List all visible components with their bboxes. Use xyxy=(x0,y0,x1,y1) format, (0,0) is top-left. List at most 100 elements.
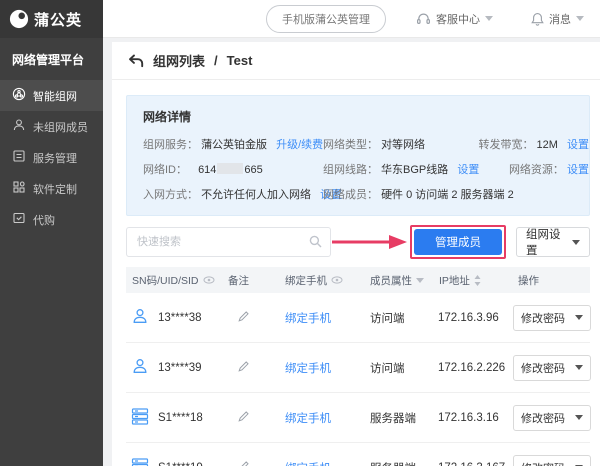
filter-caret-icon xyxy=(416,278,424,283)
edit-note-icon[interactable] xyxy=(238,361,249,372)
field-network-type: 网络类型： 对等网络 xyxy=(323,136,478,152)
field-network-service: 组网服务： 蒲公英铂金版 升级/续费 xyxy=(143,136,323,152)
eye-icon[interactable] xyxy=(331,276,343,284)
bind-phone-link[interactable]: 绑定手机 xyxy=(285,313,331,325)
manage-members-button[interactable]: 管理成员 xyxy=(414,229,502,255)
breadcrumb-separator: / xyxy=(214,53,218,68)
change-password-button[interactable]: 修改密码 xyxy=(513,455,591,466)
member-ip: 172.16.3.16 xyxy=(438,412,499,424)
member-server-icon xyxy=(131,408,149,428)
network-details-panel: 网络详情 组网服务： 蒲公英铂金版 升级/续费 网络类型： 对等网络 转发带宽：… xyxy=(126,95,590,216)
member-attribute: 服务器端 xyxy=(370,413,416,425)
chevron-down-icon xyxy=(572,240,580,245)
chevron-down-icon xyxy=(575,415,583,420)
toolbar: 管理成员 组网设置 xyxy=(126,226,590,258)
bind-phone-link[interactable]: 绑定手机 xyxy=(285,363,331,375)
support-center-menu[interactable]: 客服中心 xyxy=(416,11,493,27)
field-network-members: 网络成员： 硬件 0 访问端 2 服务器端 2 xyxy=(323,186,509,202)
sidebar-item-service-management[interactable]: 服务管理 xyxy=(0,142,103,173)
bind-phone-link[interactable]: 绑定手机 xyxy=(285,463,331,466)
network-icon xyxy=(12,87,26,104)
sidebar-nav: 智能组网 未组网成员 服务管理 软件定制 xyxy=(0,80,103,235)
card-body: 网络详情 组网服务： 蒲公英铂金版 升级/续费 网络类型： 对等网络 转发带宽：… xyxy=(112,80,600,466)
field-network-line: 组网线路： 华东BGP线路 设置 xyxy=(323,161,509,177)
breadcrumb: 组网列表 / Test xyxy=(112,42,600,80)
sidebar: 蒲公英 网络管理平台 智能组网 未组网成员 服务管理 xyxy=(0,0,103,466)
mobile-admin-button[interactable]: 手机版蒲公英管理 xyxy=(266,5,386,33)
annotation-red-arrow xyxy=(331,234,407,250)
sidebar-title: 网络管理平台 xyxy=(0,38,103,80)
logo-text: 蒲公英 xyxy=(34,9,82,30)
chevron-down-icon xyxy=(575,315,583,320)
member-sn: S1****18 xyxy=(158,412,203,424)
network-settings-dropdown[interactable]: 组网设置 xyxy=(516,227,590,257)
sidebar-item-purchasing[interactable]: 代购 xyxy=(0,204,103,235)
search-box xyxy=(126,227,331,257)
sidebar-item-label: 代购 xyxy=(33,212,55,228)
sidebar-item-ungrouped-members[interactable]: 未组网成员 xyxy=(0,111,103,142)
sidebar-item-label: 服务管理 xyxy=(33,150,77,166)
messages-menu[interactable]: 消息 xyxy=(531,11,584,27)
app-window: 蒲公英 网络管理平台 智能组网 未组网成员 服务管理 xyxy=(0,0,600,466)
column-ip-sort[interactable]: IP地址 xyxy=(434,273,508,288)
sidebar-item-smart-network[interactable]: 智能组网 xyxy=(0,80,103,111)
column-note: 备注 xyxy=(228,273,249,288)
member-sn: S1****19 xyxy=(158,462,203,466)
edit-note-icon[interactable] xyxy=(238,311,249,322)
sidebar-item-label: 软件定制 xyxy=(33,181,77,197)
redacted-id-segment xyxy=(217,163,243,174)
sidebar-item-software-customization[interactable]: 软件定制 xyxy=(0,173,103,204)
member-ip: 172.16.3.167 xyxy=(438,462,505,466)
person-icon xyxy=(12,118,26,135)
member-ip: 172.16.2.226 xyxy=(438,362,505,374)
member-attribute: 服务器端 xyxy=(370,463,416,466)
bandwidth-settings-link[interactable]: 设置 xyxy=(567,139,589,151)
messages-label: 消息 xyxy=(549,11,571,27)
sidebar-item-label: 未组网成员 xyxy=(33,119,88,135)
field-join-method: 入网方式： 不允许任何人加入网络 设置 xyxy=(143,186,323,202)
bind-phone-link[interactable]: 绑定手机 xyxy=(285,413,331,425)
search-icon[interactable] xyxy=(309,235,322,253)
topbar: 手机版蒲公英管理 客服中心 消息 xyxy=(103,0,600,38)
main-card: 组网列表 / Test 网络详情 组网服务： 蒲公英铂金版 升级/续费 网络类型… xyxy=(112,42,600,466)
headset-icon xyxy=(416,12,431,26)
dandelion-logo-icon xyxy=(9,9,29,29)
resource-settings-link[interactable]: 设置 xyxy=(567,164,589,176)
change-password-button[interactable]: 修改密码 xyxy=(513,405,591,431)
column-sn: SN码/UID/SID xyxy=(132,273,199,288)
member-sn: 13****38 xyxy=(158,312,201,324)
box-check-icon xyxy=(12,211,26,228)
edit-note-icon[interactable] xyxy=(238,411,249,422)
edit-note-icon[interactable] xyxy=(238,461,249,466)
grid-icon xyxy=(12,180,26,197)
column-attribute-filter[interactable]: 成员属性 xyxy=(364,273,434,288)
field-network-resource: 网络资源： 设置 xyxy=(509,161,589,177)
column-action: 操作 xyxy=(518,273,539,288)
member-server-icon xyxy=(131,458,149,466)
chevron-down-icon xyxy=(576,16,584,21)
logo[interactable]: 蒲公英 xyxy=(0,0,103,38)
change-password-button[interactable]: 修改密码 xyxy=(513,305,591,331)
back-arrow-icon[interactable] xyxy=(128,54,144,68)
member-user-icon xyxy=(131,307,149,328)
member-ip: 172.16.3.96 xyxy=(438,312,499,324)
document-list-icon xyxy=(12,149,26,166)
table-header: SN码/UID/SID 备注 绑定手机 成员属性 xyxy=(126,267,590,293)
annotation-red-box: 管理成员 xyxy=(410,225,506,259)
breadcrumb-list-link[interactable]: 组网列表 xyxy=(153,51,205,70)
upgrade-renew-link[interactable]: 升级/续费 xyxy=(276,139,323,151)
line-settings-link[interactable]: 设置 xyxy=(457,164,479,176)
support-center-label: 客服中心 xyxy=(436,11,480,27)
chevron-down-icon xyxy=(575,365,583,370)
change-password-button[interactable]: 修改密码 xyxy=(513,355,591,381)
table-row: 13****39 绑定手机 访问端 172.16.2.226 修改密码 xyxy=(126,343,590,393)
chevron-down-icon xyxy=(485,16,493,21)
member-attribute: 访问端 xyxy=(370,313,405,325)
sidebar-item-label: 智能组网 xyxy=(33,88,77,104)
search-input[interactable] xyxy=(126,227,331,257)
breadcrumb-current-network: Test xyxy=(227,53,253,68)
eye-icon[interactable] xyxy=(203,276,215,284)
bell-icon xyxy=(531,12,544,26)
details-title: 网络详情 xyxy=(143,108,589,125)
member-user-icon xyxy=(131,357,149,378)
